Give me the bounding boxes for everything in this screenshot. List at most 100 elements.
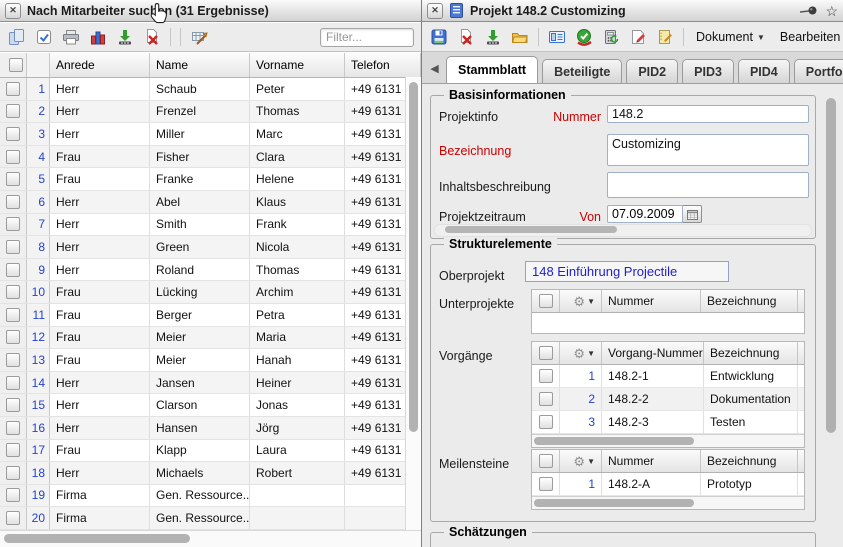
column-header-bezeichnung[interactable]: Bezeichnung	[701, 290, 798, 312]
pin-icon[interactable]	[799, 5, 819, 17]
remove-document-icon[interactable]	[142, 27, 162, 47]
select-all-checkbox[interactable]	[539, 346, 553, 360]
row-checkbox[interactable]	[6, 330, 20, 344]
row-number[interactable]: 14	[27, 372, 50, 394]
row-number[interactable]: 20	[27, 507, 50, 529]
row-checkbox[interactable]	[6, 511, 20, 525]
tab-scroll-left-icon[interactable]: ◀	[427, 58, 442, 78]
row-checkbox[interactable]	[6, 82, 20, 96]
row-number[interactable]: 4	[27, 146, 50, 168]
table-row[interactable]: 4FrauFisherClara+49 6131 6	[0, 146, 421, 169]
column-header-bezeichnung[interactable]: Bezeichnung	[701, 450, 798, 472]
column-header-bezeichnung[interactable]: Bezeichnung	[704, 342, 798, 364]
column-header-anrede[interactable]: Anrede	[50, 53, 150, 77]
row-checkbox[interactable]	[6, 240, 20, 254]
edit-document-icon[interactable]	[628, 27, 648, 47]
chart-icon[interactable]	[88, 27, 108, 47]
column-header-extra[interactable]: S	[798, 290, 805, 312]
row-checkbox[interactable]	[6, 217, 20, 231]
table-row[interactable]: 8HerrGreenNicola+49 6131 6	[0, 236, 421, 259]
scrollbar-thumb[interactable]	[826, 98, 836, 433]
row-checkbox[interactable]	[6, 308, 20, 322]
table-row[interactable]: 1148.2-1Entwicklung	[532, 365, 805, 388]
table-row[interactable]: 13FrauMeierHanah+49 6131 6	[0, 349, 421, 372]
table-row[interactable]: 1148.2-APrototyp	[532, 473, 805, 496]
row-checkbox[interactable]	[539, 392, 553, 406]
inhalt-textarea[interactable]	[607, 172, 809, 198]
select-all-checkbox[interactable]	[539, 294, 553, 308]
notes-icon[interactable]	[655, 27, 675, 47]
table-row[interactable]: 15HerrClarsonJonas+49 6131 6	[0, 394, 421, 417]
table-row[interactable]: 10FrauLückingArchim+49 6131 6	[0, 281, 421, 304]
close-icon[interactable]: ✕	[427, 3, 443, 19]
table-row[interactable]: 3148.2-3Testen	[532, 411, 805, 434]
column-header-name[interactable]: Name	[150, 53, 250, 77]
table-row[interactable]: 14HerrJansenHeiner+49 6131 6	[0, 372, 421, 395]
table-row[interactable]: 3HerrMillerMarc+49 6131 6	[0, 123, 421, 146]
remove-document-icon[interactable]	[456, 27, 476, 47]
row-number[interactable]: 15	[27, 394, 50, 416]
row-checkbox[interactable]	[6, 104, 20, 118]
table-row[interactable]: 17FrauKlappLaura+49 6131 6	[0, 440, 421, 463]
row-number[interactable]: 1	[560, 473, 602, 495]
row-number[interactable]: 16	[27, 417, 50, 439]
table-row[interactable]: 9HerrRolandThomas+49 6131 6	[0, 259, 421, 282]
row-number[interactable]: 13	[27, 349, 50, 371]
calculator-icon[interactable]	[601, 27, 621, 47]
table-row[interactable]: 19FirmaGen. Ressource...	[0, 485, 421, 508]
oberprojekt-link[interactable]: 148 Einführung Projectile	[532, 264, 677, 279]
table-row[interactable]: 11FrauBergerPetra+49 6131 6	[0, 304, 421, 327]
row-number[interactable]: 7	[27, 214, 50, 236]
tab-portfolio[interactable]: Portfolio	[794, 59, 843, 83]
row-number[interactable]: 12	[27, 327, 50, 349]
close-icon[interactable]: ✕	[5, 3, 21, 19]
left-horizontal-scrollbar[interactable]	[0, 530, 421, 547]
table-row[interactable]: 5FrauFrankeHelene+49 6131 6	[0, 168, 421, 191]
tab-beteiligte[interactable]: Beteiligte	[542, 59, 622, 83]
meilensteine-horizontal-scrollbar[interactable]	[532, 496, 804, 509]
row-number[interactable]: 17	[27, 440, 50, 462]
scrollbar-thumb[interactable]	[534, 499, 694, 507]
bezeichnung-textarea[interactable]: Customizing	[607, 134, 809, 166]
vorgaenge-horizontal-scrollbar[interactable]	[532, 434, 804, 447]
row-checkbox[interactable]	[6, 443, 20, 457]
table-row[interactable]: 6HerrAbelKlaus+49 6131 6	[0, 191, 421, 214]
scrollbar-thumb[interactable]	[445, 226, 617, 233]
tab-stammblatt[interactable]: Stammblatt	[446, 56, 538, 83]
copy-icon[interactable]	[7, 27, 27, 47]
column-header-vorname[interactable]: Vorname	[250, 53, 345, 77]
row-number[interactable]: 11	[27, 304, 50, 326]
table-row[interactable]: 2148.2-2Dokumentation	[532, 388, 805, 411]
select-all-checkbox[interactable]	[9, 58, 23, 72]
ok-check-icon[interactable]	[574, 27, 594, 47]
row-number[interactable]: 3	[27, 123, 50, 145]
row-checkbox[interactable]	[6, 488, 20, 502]
row-number[interactable]: 10	[27, 281, 50, 303]
favorite-star-icon[interactable]: ☆	[825, 4, 838, 18]
column-header-nummer[interactable]: Nummer	[602, 290, 701, 312]
select-all-checkbox[interactable]	[539, 454, 553, 468]
save-icon[interactable]	[429, 27, 449, 47]
table-row[interactable]: 16HerrHansenJörg+49 6131 6	[0, 417, 421, 440]
details-card-icon[interactable]	[547, 27, 567, 47]
table-row[interactable]: 7HerrSmithFrank+49 6131 6	[0, 214, 421, 237]
row-number[interactable]: 1	[27, 78, 50, 100]
table-row[interactable]: 20FirmaGen. Ressource...	[0, 507, 421, 530]
row-number[interactable]: 8	[27, 236, 50, 258]
row-checkbox[interactable]	[539, 415, 553, 429]
row-checkbox[interactable]	[6, 172, 20, 186]
tab-pid2[interactable]: PID2	[626, 59, 678, 83]
row-number[interactable]: 5	[27, 168, 50, 190]
left-vertical-scrollbar[interactable]	[405, 77, 422, 531]
row-number[interactable]: 2	[560, 388, 602, 410]
unterprojekte-empty-row[interactable]	[532, 313, 805, 333]
table-row[interactable]: 2HerrFrenzelThomas+49 6131 6	[0, 101, 421, 124]
row-number[interactable]: 2	[27, 101, 50, 123]
menu-bearbeiten[interactable]: Bearbeiten ▼	[776, 30, 843, 44]
scrollbar-thumb[interactable]	[409, 82, 418, 432]
column-header-nummer[interactable]: Nummer	[602, 450, 701, 472]
table-row[interactable]: 18HerrMichaelsRobert+49 6131 6	[0, 462, 421, 485]
row-checkbox[interactable]	[539, 369, 553, 383]
open-folder-icon[interactable]	[510, 27, 530, 47]
row-checkbox[interactable]	[6, 376, 20, 390]
